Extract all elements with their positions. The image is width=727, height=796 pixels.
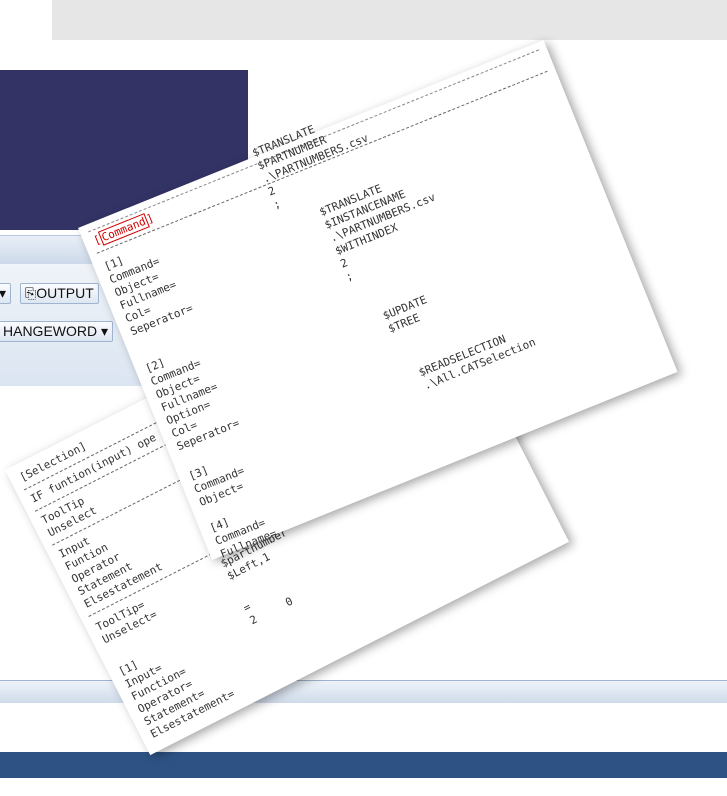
output-label: OUTPUT [36, 285, 94, 301]
output-button[interactable]: ⎘OUTPUT [20, 283, 99, 304]
elsestatement-value: 0 [283, 594, 296, 610]
block-1-col-value: 2 [266, 184, 278, 199]
dropdown-arrow-button[interactable]: ▾ [0, 283, 12, 304]
status-bar [0, 680, 727, 703]
block-2-separator-value: ; [343, 269, 355, 284]
changeword-label: HANGEWORD [3, 323, 98, 339]
chevron-down-icon: ▾ [101, 323, 109, 339]
block-2-col-value: 2 [338, 256, 350, 271]
statement-value: 2 [247, 612, 260, 628]
output-icon: ⎘ [25, 285, 37, 301]
top-gray-bar [52, 0, 727, 40]
bottom-blue-bar [0, 752, 727, 778]
changeword-button[interactable]: HANGEWORD ▾ [0, 321, 114, 342]
block-1-separator-value: ; [271, 196, 283, 212]
